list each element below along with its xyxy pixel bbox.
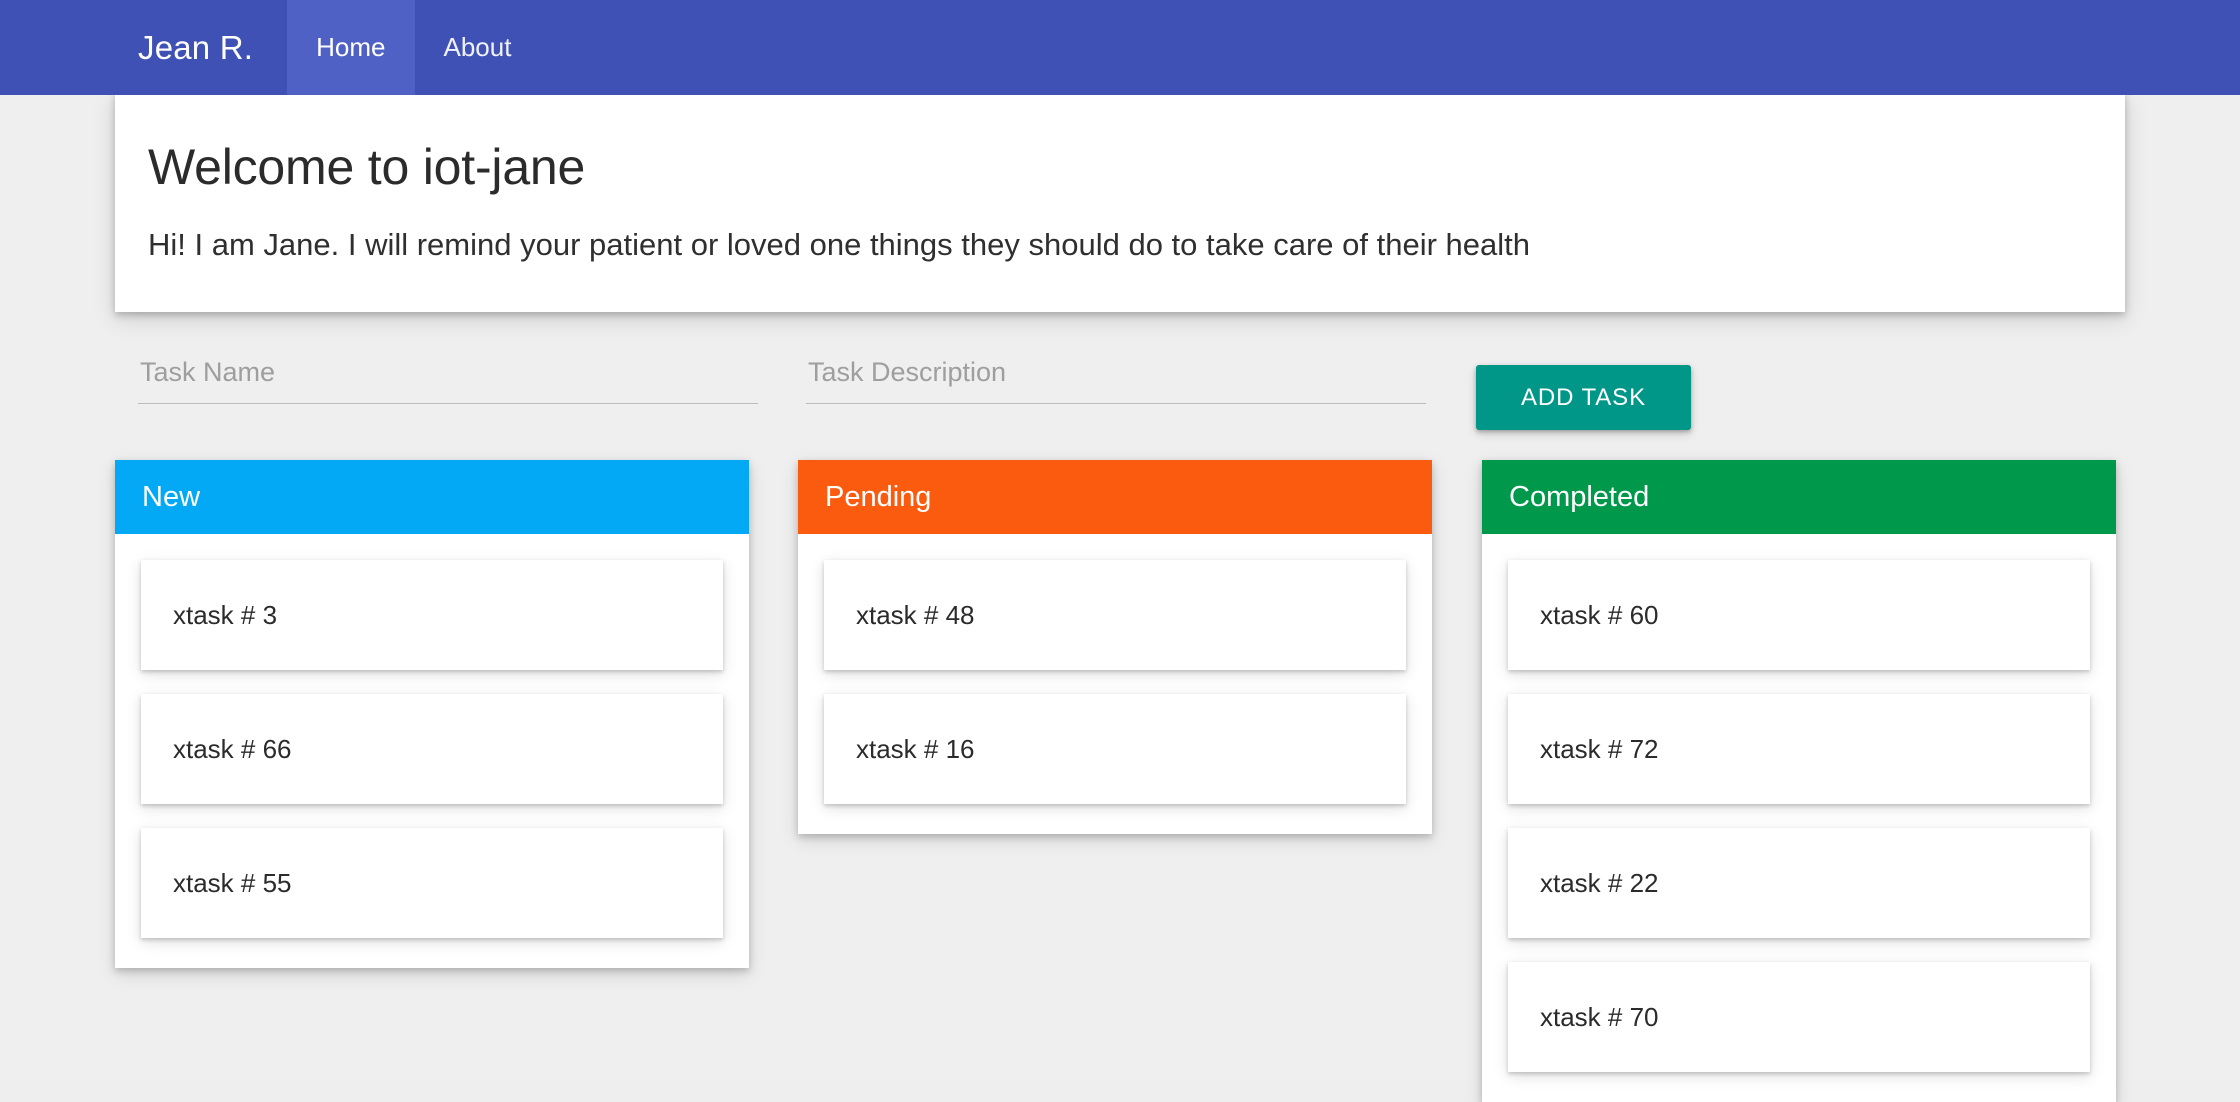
task-board: New xtask # 3 xtask # 66 xtask # 55 Pend… — [0, 460, 2240, 1102]
task-card[interactable]: xtask # 70 — [1508, 962, 2090, 1072]
task-card[interactable]: xtask # 66 — [141, 694, 723, 804]
board-column-pending: Pending xtask # 48 xtask # 16 — [798, 460, 1432, 834]
column-body-pending: xtask # 48 xtask # 16 — [798, 534, 1432, 804]
add-task-button[interactable]: ADD TASK — [1476, 365, 1691, 430]
task-description-field-wrapper — [806, 350, 1426, 414]
column-body-completed: xtask # 60 xtask # 72 xtask # 22 xtask #… — [1482, 534, 2116, 1072]
column-body-new: xtask # 3 xtask # 66 xtask # 55 — [115, 534, 749, 938]
navbar-brand[interactable]: Jean R. — [100, 0, 287, 95]
task-card[interactable]: xtask # 22 — [1508, 828, 2090, 938]
column-header-pending: Pending — [798, 460, 1432, 534]
column-header-completed: Completed — [1482, 460, 2116, 534]
board-column-completed: Completed xtask # 60 xtask # 72 xtask # … — [1482, 460, 2116, 1102]
task-name-field-wrapper — [138, 350, 758, 414]
add-task-form: ADD TASK — [0, 350, 2240, 460]
page-body: Welcome to iot-jane Hi! I am Jane. I wil… — [0, 92, 2240, 1102]
task-card[interactable]: xtask # 60 — [1508, 560, 2090, 670]
task-card[interactable]: xtask # 3 — [141, 560, 723, 670]
nav-item-home[interactable]: Home — [287, 0, 415, 95]
task-card[interactable]: xtask # 48 — [824, 560, 1406, 670]
task-card[interactable]: xtask # 55 — [141, 828, 723, 938]
column-header-new: New — [115, 460, 749, 534]
page-title: Welcome to iot-jane — [148, 139, 586, 195]
navbar: Jean R. Home About — [0, 0, 2240, 95]
welcome-card: Welcome to iot-jane Hi! I am Jane. I wil… — [115, 92, 2125, 312]
task-card[interactable]: xtask # 16 — [824, 694, 1406, 804]
board-column-new: New xtask # 3 xtask # 66 xtask # 55 — [115, 460, 749, 968]
nav-item-about[interactable]: About — [415, 0, 541, 95]
task-card[interactable]: xtask # 72 — [1508, 694, 2090, 804]
task-name-input[interactable] — [138, 350, 758, 404]
task-description-input[interactable] — [806, 350, 1426, 404]
welcome-subtitle: Hi! I am Jane. I will remind your patien… — [148, 227, 1530, 262]
